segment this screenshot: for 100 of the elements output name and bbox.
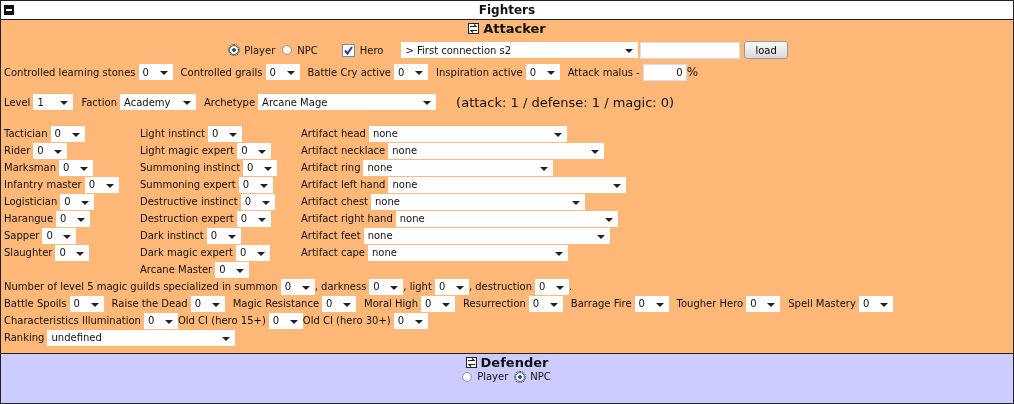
checkbox-label: Hero — [359, 44, 384, 56]
dropdown[interactable]: 0 — [268, 312, 303, 329]
dropdown[interactable]: 0 — [50, 125, 85, 142]
dropdown[interactable]: 0 — [421, 295, 455, 312]
dropdown[interactable]: 0 — [858, 295, 893, 312]
caret-icon — [81, 200, 90, 205]
caret-icon — [228, 132, 237, 137]
field-label: Light magic expert — [140, 145, 235, 156]
checkbox[interactable] — [341, 43, 355, 57]
field-label: Spell Mastery — [788, 298, 856, 309]
caret-icon — [227, 234, 236, 239]
dropdown[interactable]: 0 — [33, 142, 68, 159]
dropdown[interactable]: 0 — [138, 64, 173, 80]
dropdown[interactable]: 0 — [237, 142, 272, 159]
dropdown[interactable]: none — [368, 125, 567, 142]
field-label: Characteristics Illumination — [4, 315, 141, 326]
dropdown[interactable]: 0 — [206, 227, 241, 244]
dropdown[interactable]: 0 — [746, 295, 781, 312]
load-button[interactable]: load — [744, 41, 788, 59]
input-field[interactable]: 0 — [642, 63, 687, 81]
field-label: , light — [403, 281, 432, 292]
field-label: Raise the Dead — [111, 298, 188, 309]
dropdown[interactable]: 0 — [525, 64, 560, 80]
dropdown[interactable]: 0 — [56, 210, 91, 227]
field-label: Level — [4, 96, 31, 108]
dropdown[interactable]: 0 — [60, 193, 95, 210]
collapse-icon[interactable] — [4, 5, 14, 15]
dropdown[interactable]: Academy — [120, 94, 197, 110]
dropdown[interactable]: 0 — [280, 278, 315, 295]
field-label: Harangue — [4, 213, 54, 224]
swap-icon[interactable] — [465, 357, 477, 368]
dropdown[interactable]: 0 — [394, 64, 429, 80]
caret-icon — [596, 234, 605, 239]
dropdown[interactable]: none — [363, 227, 610, 244]
input-field[interactable] — [640, 41, 741, 59]
field-label: Moral High — [364, 298, 418, 309]
dropdown[interactable]: 0 — [59, 159, 94, 176]
field-label: Dark magic expert — [140, 247, 233, 258]
caret-icon — [390, 285, 399, 290]
profile-dropdown[interactable]: > First connection s2 — [401, 42, 639, 58]
caret-icon — [553, 132, 562, 137]
dropdown[interactable]: none — [368, 244, 569, 261]
field-label: Logistician — [4, 196, 58, 207]
dropdown[interactable]: none — [363, 159, 554, 176]
dropdown[interactable]: 0 — [236, 210, 271, 227]
field-label: Controlled learning stones — [4, 66, 136, 78]
field-label: Attack malus - — [567, 66, 640, 78]
dropdown[interactable]: 0 — [84, 176, 119, 193]
caret-icon — [164, 319, 173, 324]
dropdown[interactable]: 0 — [369, 278, 404, 295]
caret-icon — [259, 183, 268, 188]
caret-icon — [71, 132, 80, 137]
field-label: Artifact cape — [301, 247, 366, 258]
radio-button[interactable] — [229, 45, 240, 55]
field-label: Dark instinct — [140, 230, 204, 241]
caret-icon — [423, 101, 432, 105]
dropdown[interactable]: 0 — [207, 125, 242, 142]
dropdown[interactable]: 0 — [42, 227, 77, 244]
dropdown[interactable]: 0 — [238, 176, 273, 193]
dropdown[interactable]: none — [388, 176, 627, 193]
caret-icon — [546, 71, 555, 75]
field-label: Battle Spoils — [4, 298, 67, 309]
dropdown[interactable]: 0 — [240, 193, 275, 210]
dropdown[interactable]: 0 — [69, 295, 104, 312]
dropdown[interactable]: 1 — [33, 94, 74, 110]
caret-icon — [211, 302, 220, 307]
radio-button[interactable] — [515, 371, 526, 382]
dropdown[interactable]: 0 — [393, 312, 428, 329]
dropdown[interactable]: 0 — [243, 159, 278, 176]
dropdown[interactable]: 0 — [55, 244, 90, 261]
dropdown[interactable]: 0 — [535, 278, 569, 295]
caret-icon — [540, 166, 549, 171]
dropdown[interactable]: 0 — [322, 295, 357, 312]
caret-icon — [442, 302, 450, 307]
section-title: Defender — [480, 355, 549, 370]
dropdown[interactable]: 0 — [265, 64, 300, 80]
dropdown[interactable]: none — [371, 193, 586, 210]
dropdown[interactable]: Arcane Mage — [258, 94, 437, 110]
caret-icon — [286, 71, 295, 75]
dropdown[interactable]: 0 — [434, 278, 469, 295]
field-label: Controlled grails — [180, 66, 263, 78]
dropdown[interactable]: 0 — [236, 244, 270, 261]
swap-icon[interactable] — [468, 23, 480, 34]
caret-icon — [604, 217, 613, 222]
caret-icon — [258, 149, 267, 154]
dropdown[interactable]: none — [395, 210, 618, 227]
dropdown[interactable]: 0 — [634, 295, 669, 312]
dropdown[interactable]: 0 — [143, 312, 178, 329]
dropdown[interactable]: undefined — [47, 329, 236, 346]
dropdown[interactable]: 0 — [215, 261, 250, 278]
caret-icon — [80, 166, 89, 171]
radio-button[interactable] — [282, 45, 293, 55]
field-label: Archetype — [204, 96, 256, 108]
caret-icon — [105, 183, 114, 188]
dropdown[interactable]: 0 — [190, 295, 225, 312]
dropdown[interactable]: none — [388, 142, 605, 159]
caret-icon — [257, 217, 266, 222]
dropdown[interactable]: 0 — [528, 295, 563, 312]
radio-button[interactable] — [462, 371, 473, 382]
field-label: Magic Resistance — [232, 298, 320, 309]
